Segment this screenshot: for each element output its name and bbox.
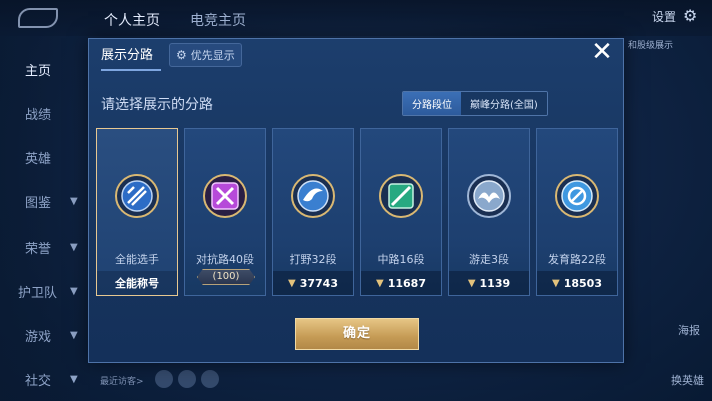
lane-card-footer: ▼ 37743: [273, 271, 353, 295]
coin-icon: ▼: [467, 277, 476, 289]
chevron-down-icon: ▼: [70, 286, 78, 297]
lane-card-all-role[interactable]: 全能选手 全能称号: [96, 128, 178, 296]
lane-card-footer: ▼ 18503: [537, 271, 617, 295]
lane-display-modal: 展示分路 ⚙ 优先显示 请选择展示的分路 分路段位 巅峰分路(全国) 全能选手 …: [88, 38, 624, 363]
lane-card-mid[interactable]: 中路16段 ▼ 11687: [360, 128, 442, 296]
lane-card-name: 对抗路40段: [196, 253, 254, 266]
visitor-avatar[interactable]: [201, 370, 219, 388]
segment-peak-lane[interactable]: 巅峰分路(全国): [461, 92, 547, 115]
lane-card-name: 全能选手: [115, 253, 159, 266]
settings-label[interactable]: 设置: [652, 8, 676, 25]
lane-card-clash[interactable]: 对抗路40段 (100): [184, 128, 266, 296]
lane-card-roam[interactable]: 游走3段 ▼ 1139: [448, 128, 530, 296]
priority-tab-label: 优先显示: [190, 49, 235, 62]
app-logo-icon[interactable]: [18, 8, 58, 28]
recent-visitors-link[interactable]: 最近访客>: [100, 374, 144, 387]
close-icon[interactable]: ✕: [590, 38, 614, 66]
background-hint-text: 和股级展示: [628, 41, 674, 51]
lane-card-footer: 全能称号: [97, 271, 177, 295]
poster-label[interactable]: 海报: [678, 322, 700, 338]
jungle-emblem-icon: [291, 174, 335, 218]
coin-icon: ▼: [288, 277, 296, 289]
sidebar-item-home[interactable]: 主页: [25, 60, 51, 79]
sidebar-item-games[interactable]: 游戏: [25, 326, 51, 345]
segment-lane-rank[interactable]: 分路段位: [403, 92, 461, 115]
modal-tabs: 展示分路 ⚙ 优先显示: [89, 40, 242, 71]
tab-personal-home[interactable]: 个人主页: [104, 10, 160, 30]
visitor-avatar[interactable]: [155, 370, 173, 388]
sidebar-item-social[interactable]: 社交: [25, 370, 51, 389]
chevron-down-icon: ▼: [70, 330, 78, 341]
sidebar: [0, 36, 90, 401]
level-badge: (100): [197, 269, 255, 285]
gear-icon[interactable]: ⚙: [683, 6, 697, 25]
lane-card-footer: ▼ 11687: [361, 271, 441, 295]
confirm-button[interactable]: 确定: [295, 318, 419, 350]
chevron-down-icon: ▼: [70, 242, 78, 253]
tab-esports-home[interactable]: 电竞主页: [190, 10, 246, 30]
sidebar-item-honor[interactable]: 荣誉: [25, 238, 51, 257]
tab-display-lane[interactable]: 展示分路: [101, 40, 162, 71]
sidebar-item-heroes[interactable]: 英雄: [25, 148, 51, 167]
coin-icon: ▼: [552, 277, 560, 289]
lane-card-footer-text: 1139: [479, 276, 511, 290]
sidebar-item-guard[interactable]: 护卫队: [18, 282, 57, 301]
lane-card-name: 中路16段: [377, 253, 425, 266]
lane-card-footer-text: 18503: [563, 276, 602, 290]
lane-mode-toggle: 分路段位 巅峰分路(全国): [402, 91, 548, 116]
lane-card-footer-text: 11687: [387, 276, 426, 290]
change-hero-label[interactable]: 换英雄: [671, 372, 704, 388]
lane-card-farm[interactable]: 发育路22段 ▼ 18503: [536, 128, 618, 296]
mid-lane-emblem-icon: [379, 174, 423, 218]
lane-card-footer-text: 37743: [299, 276, 338, 290]
clash-lane-emblem-icon: [203, 174, 247, 218]
all-role-emblem-icon: [115, 174, 159, 218]
sidebar-item-records[interactable]: 战绩: [25, 104, 51, 123]
status-badges: [565, 4, 637, 26]
lane-card-jungle[interactable]: 打野32段 ▼ 37743: [272, 128, 354, 296]
chevron-down-icon: ▼: [70, 196, 78, 207]
lane-card-name: 打野32段: [289, 253, 337, 266]
chevron-down-icon: ▼: [70, 374, 78, 385]
lane-card-name: 游走3段: [469, 253, 509, 266]
lane-card-name: 发育路22段: [548, 253, 606, 266]
gear-icon: ⚙: [176, 48, 187, 62]
modal-prompt: 请选择展示的分路: [101, 97, 213, 113]
lane-card-footer-text: 全能称号: [115, 277, 159, 290]
sidebar-item-codex[interactable]: 图鉴: [25, 192, 51, 211]
roam-emblem-icon: [467, 174, 511, 218]
lane-card-footer: ▼ 1139: [449, 271, 529, 295]
visitor-avatar[interactable]: [178, 370, 196, 388]
tab-priority-display[interactable]: ⚙ 优先显示: [169, 43, 242, 67]
coin-icon: ▼: [376, 277, 384, 289]
farm-lane-emblem-icon: [555, 174, 599, 218]
